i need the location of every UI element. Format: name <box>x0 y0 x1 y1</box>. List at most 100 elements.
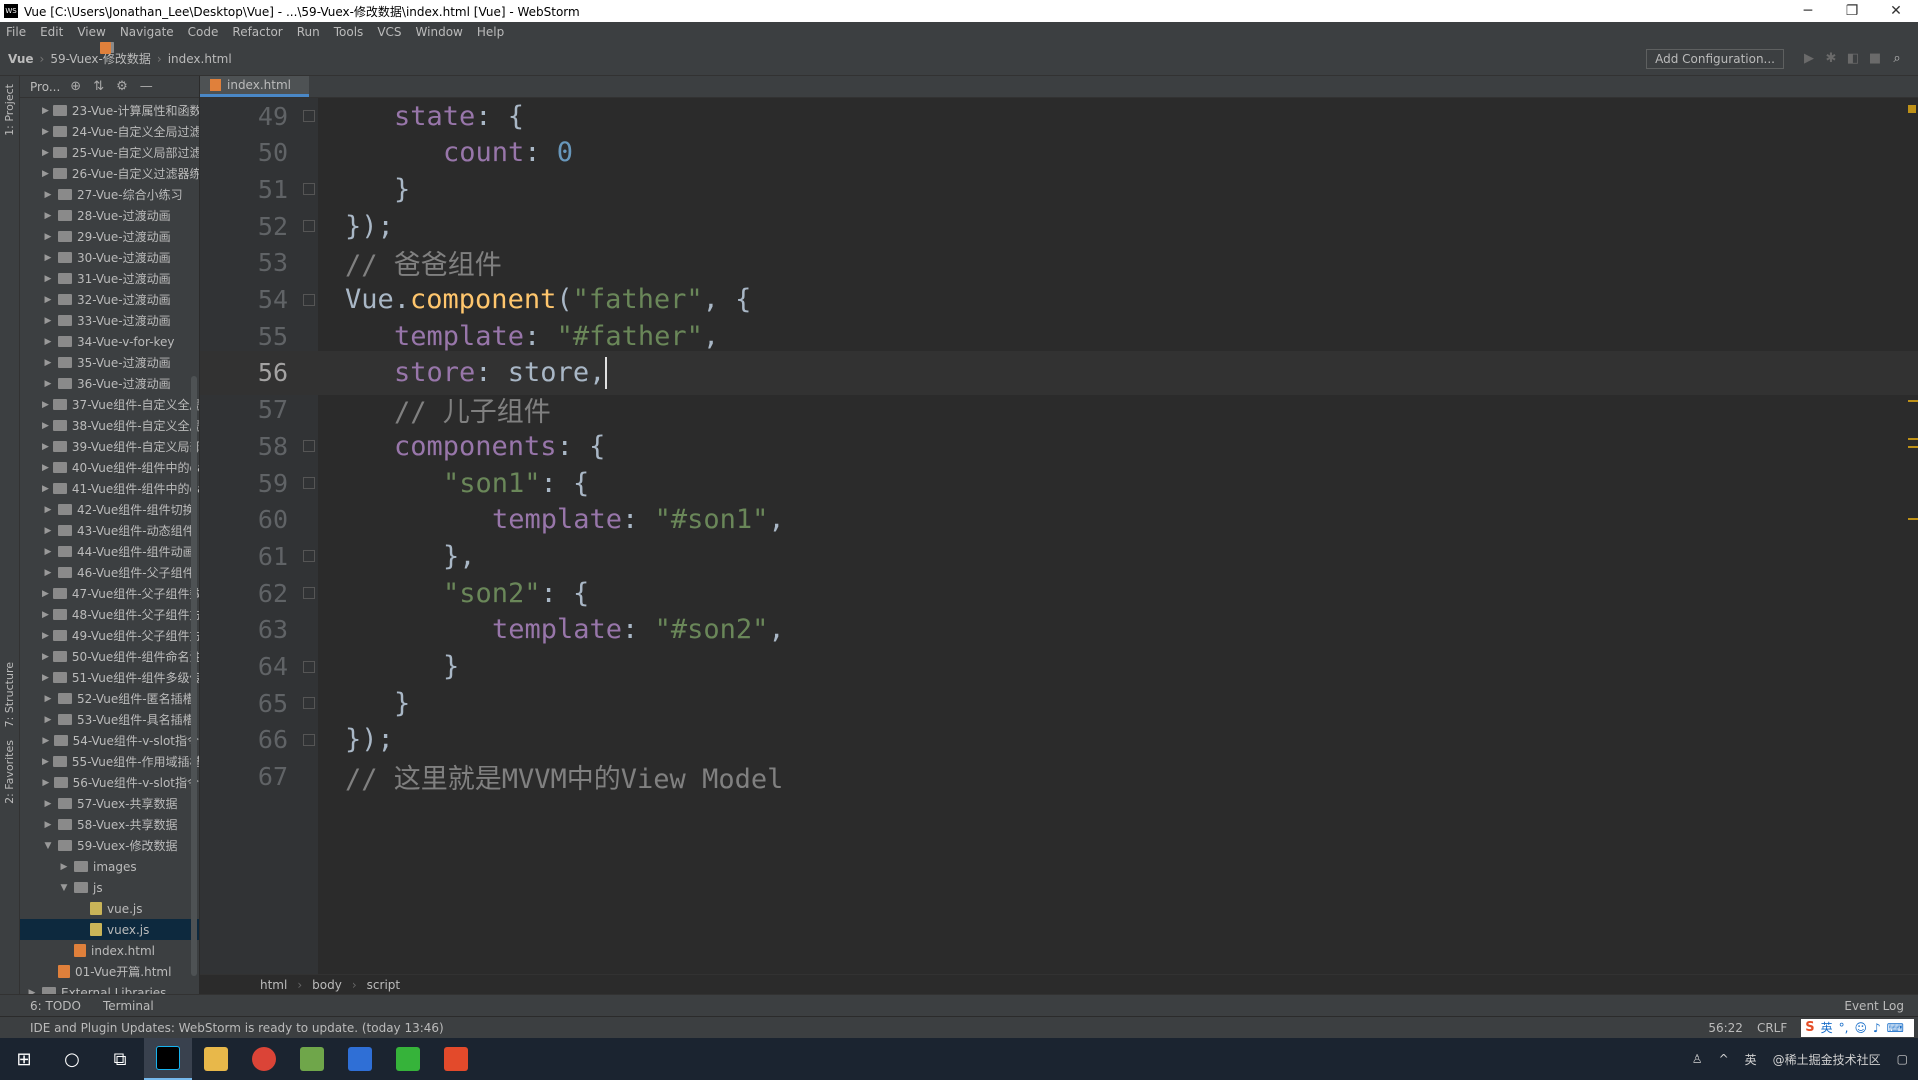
windows-start-icon[interactable]: ⊞ <box>0 1038 48 1080</box>
task-view-icon[interactable]: ⧉ <box>96 1038 144 1080</box>
fold-marker-icon[interactable] <box>303 587 315 600</box>
tree-item[interactable]: ▶ 52-Vue组件-匿名插槽 <box>20 688 199 709</box>
fold-marker-icon[interactable] <box>303 440 315 453</box>
nav-crumb-file[interactable]: index.html <box>100 42 232 66</box>
fold-marker-icon[interactable] <box>303 660 315 673</box>
menu-refactor[interactable]: Refactor <box>232 25 282 39</box>
tree-item[interactable]: ▶ 36-Vue-过渡动画 <box>20 373 199 394</box>
tree-item[interactable]: ▶ 26-Vue-自定义过滤器练 <box>20 163 199 184</box>
chevron-right-icon[interactable]: ▶ <box>42 295 54 305</box>
tree-item[interactable]: index.html <box>20 940 199 961</box>
event-log-tab[interactable]: Event Log <box>1844 999 1904 1013</box>
chevron-right-icon[interactable]: ▶ <box>42 820 54 830</box>
fold-marker-icon[interactable] <box>303 477 315 489</box>
chevron-right-icon[interactable]: ▶ <box>42 715 54 725</box>
webstorm-taskbar-icon[interactable] <box>144 1038 192 1080</box>
chevron-right-icon[interactable]: ▶ <box>42 736 50 746</box>
menu-window[interactable]: Window <box>416 25 463 39</box>
photoshop-icon[interactable] <box>336 1038 384 1080</box>
tree-item[interactable]: ▶ 53-Vue组件-具名插槽 <box>20 709 199 730</box>
coverage-icon[interactable]: ◧ <box>1842 51 1864 66</box>
structure-tool-tab[interactable]: 7: Structure <box>3 662 16 727</box>
chevron-right-icon[interactable]: ▶ <box>42 799 54 809</box>
menu-tools[interactable]: Tools <box>334 25 364 39</box>
menu-view[interactable]: View <box>77 25 105 39</box>
close-button[interactable]: ✕ <box>1874 3 1918 19</box>
tree-item[interactable]: ▶ 30-Vue-过渡动画 <box>20 247 199 268</box>
chevron-right-icon[interactable]: ▶ <box>42 358 54 368</box>
tree-item[interactable]: ▶ 42-Vue组件-组件切换 <box>20 499 199 520</box>
tree-item[interactable]: ▶ External Libraries <box>20 982 199 994</box>
tree-item[interactable]: ▼ 59-Vuex-修改数据 <box>20 835 199 856</box>
people-icon[interactable]: ♙ <box>1692 1052 1703 1066</box>
error-stripe[interactable] <box>1906 98 1918 974</box>
tree-item[interactable]: vue.js <box>20 898 199 919</box>
chevron-down-icon[interactable]: ▼ <box>42 841 54 851</box>
menu-run[interactable]: Run <box>297 25 320 39</box>
chevron-right-icon[interactable]: ▶ <box>42 694 54 704</box>
tree-item[interactable]: ▶ 56-Vue组件-v-slot指令 <box>20 772 199 793</box>
tree-item[interactable]: ▶ 47-Vue组件-父子组件数 <box>20 583 199 604</box>
chevron-right-icon[interactable]: ▶ <box>42 274 54 284</box>
project-view-selector[interactable]: Pro... <box>30 80 60 94</box>
chevron-right-icon[interactable]: ▶ <box>42 757 49 767</box>
tree-item[interactable]: ▶ 41-Vue组件-组件中的da <box>20 478 199 499</box>
tree-item[interactable]: ▶ 55-Vue组件-作用域插槽 <box>20 751 199 772</box>
tree-item[interactable]: ▶ images <box>20 856 199 877</box>
breadcrumb-script[interactable]: script <box>367 978 400 992</box>
menu-vcs[interactable]: VCS <box>377 25 401 39</box>
tree-item[interactable]: ▶ 48-Vue组件-父子组件方 <box>20 604 199 625</box>
chevron-right-icon[interactable]: ▶ <box>42 631 49 641</box>
todo-tool-tab[interactable]: 6: TODO <box>30 999 81 1013</box>
favorites-tool-tab[interactable]: 2: Favorites <box>3 740 16 804</box>
minimize-button[interactable]: ─ <box>1786 3 1830 19</box>
locate-icon[interactable]: ⊕ <box>70 79 81 94</box>
fold-marker-icon[interactable] <box>303 110 315 122</box>
chevron-right-icon[interactable]: ▶ <box>42 442 49 452</box>
chevron-right-icon[interactable]: ▶ <box>42 505 54 515</box>
chevron-right-icon[interactable]: ▶ <box>42 253 54 263</box>
tree-item[interactable]: ▶ 44-Vue组件-组件动画 <box>20 541 199 562</box>
chevron-right-icon[interactable]: ▶ <box>42 526 54 536</box>
tree-item[interactable]: ▶ 49-Vue组件-父子组件方 <box>20 625 199 646</box>
tree-item[interactable]: ▶ 57-Vuex-共享数据 <box>20 793 199 814</box>
tree-item[interactable]: ▶ 27-Vue-综合小练习 <box>20 184 199 205</box>
fold-marker-icon[interactable] <box>303 293 315 306</box>
collapse-all-icon[interactable]: ⇅ <box>93 79 104 94</box>
fold-marker-icon[interactable] <box>303 550 315 563</box>
tree-item[interactable]: ▶ 32-Vue-过渡动画 <box>20 289 199 310</box>
chevron-right-icon[interactable]: ▶ <box>42 232 54 242</box>
search-everywhere-icon[interactable]: ⌕ <box>1886 51 1908 66</box>
chevron-right-icon[interactable]: ▶ <box>42 148 49 158</box>
code-view[interactable]: 49 state: {50 count: 0 51} 52}); 53// 爸爸组件 54 V… <box>200 98 1918 974</box>
chevron-right-icon[interactable]: ▶ <box>42 316 54 326</box>
tree-item[interactable]: ▶ 37-Vue组件-自定义全局 <box>20 394 199 415</box>
tray-language[interactable]: 英 <box>1745 1051 1757 1068</box>
restore-button[interactable]: ❐ <box>1830 3 1874 19</box>
camtasia-icon[interactable] <box>384 1038 432 1080</box>
chevron-right-icon[interactable]: ▶ <box>42 400 49 410</box>
fold-marker-icon[interactable] <box>303 733 315 746</box>
chevron-right-icon[interactable]: ▶ <box>58 862 70 872</box>
terminal-tool-tab[interactable]: Terminal <box>103 999 154 1013</box>
tree-item[interactable]: ▶ 23-Vue-计算属性和函数 <box>20 100 199 121</box>
code-line[interactable]: 67 // 这里就是MVVM中的View Model <box>200 755 1918 799</box>
tree-item[interactable]: 01-Vue开篇.html <box>20 961 199 982</box>
stop-icon[interactable]: ■ <box>1864 51 1886 66</box>
notification-icon[interactable]: ▢ <box>1897 1052 1908 1066</box>
project-tool-tab[interactable]: 1: Project <box>3 84 16 136</box>
tree-item[interactable]: ▶ 43-Vue组件-动态组件 <box>20 520 199 541</box>
tree-item[interactable]: ▶ 33-Vue-过渡动画 <box>20 310 199 331</box>
fold-marker-icon[interactable] <box>303 220 315 233</box>
ime-toolbar[interactable]: S 英 °, ☺ ♪ ⌨ <box>1801 1018 1914 1037</box>
search-icon[interactable]: ○ <box>48 1038 96 1080</box>
chrome-icon[interactable] <box>240 1038 288 1080</box>
breadcrumb-body[interactable]: body <box>312 978 342 992</box>
menu-code[interactable]: Code <box>188 25 219 39</box>
chevron-right-icon[interactable]: ▶ <box>42 106 49 116</box>
chevron-right-icon[interactable]: ▶ <box>42 127 49 137</box>
tree-item[interactable]: ▶ 31-Vue-过渡动画 <box>20 268 199 289</box>
status-message[interactable]: IDE and Plugin Updates: WebStorm is read… <box>30 1021 444 1035</box>
file-explorer-icon[interactable] <box>192 1038 240 1080</box>
tree-item[interactable]: ▶ 50-Vue组件-组件命名注 <box>20 646 199 667</box>
